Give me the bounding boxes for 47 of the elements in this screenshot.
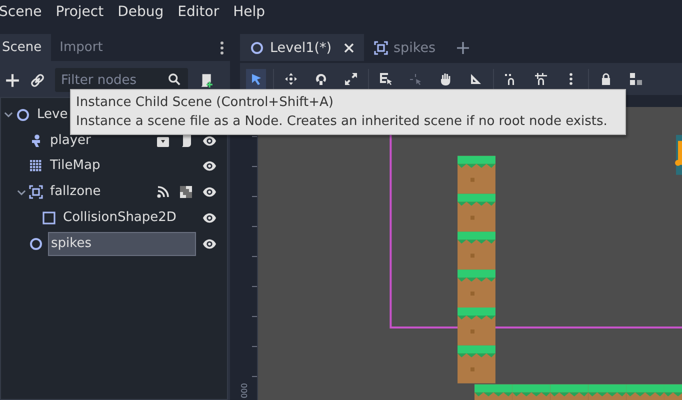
area-icon [29,185,43,200]
menu-item[interactable]: Editor [178,0,234,24]
rotate-tool-icon[interactable] [314,72,328,86]
tooltip-title: Instance Child Scene (Control+Shift+A) [76,94,334,112]
close-icon[interactable] [344,42,354,52]
node-name[interactable]: fallzone [48,181,103,204]
link-icon[interactable] [30,72,45,88]
menu-item[interactable]: Scene [0,0,56,24]
square-icon [42,211,56,226]
scale-tool-icon[interactable] [344,72,358,86]
circle-icon [250,40,264,54]
circle-icon [29,236,43,251]
grid-icon [29,159,43,174]
dock-tab[interactable]: Scene [0,34,51,61]
pan-tool-icon[interactable] [439,72,453,86]
node-name[interactable]: CollisionShape2D [61,207,178,230]
plus-icon[interactable] [5,72,20,88]
editor-tab[interactable]: Level1(*) [240,34,364,61]
group-tool-icon[interactable] [629,72,643,86]
eye-icon[interactable] [202,212,217,224]
eye-icon[interactable] [202,238,217,250]
lock-tool-icon[interactable] [599,72,613,86]
select-tool-icon[interactable] [249,72,263,86]
menu-item[interactable]: Help [233,0,279,24]
circle-icon [16,108,30,122]
ruler-tool-icon[interactable] [469,72,483,86]
more-icon[interactable] [220,41,224,55]
ruler-label: 000 [240,382,249,398]
add-tab-icon[interactable] [456,40,470,54]
group-icon[interactable] [179,185,193,200]
eye-icon[interactable] [202,134,217,147]
list-tool-icon[interactable] [379,72,393,86]
node-name[interactable]: TileMap [48,155,102,178]
menu-item[interactable]: Project [56,0,118,24]
search-icon [168,73,181,86]
node-name[interactable]: Leve [35,104,70,126]
signal-icon[interactable] [156,185,170,200]
player-sprite [675,134,682,175]
gridsnap-tool-icon[interactable] [534,72,548,86]
node-name[interactable]: spikes [48,232,196,256]
figure-icon [29,134,43,148]
area-icon [374,40,388,54]
eye-icon[interactable] [202,186,217,198]
eye-icon[interactable] [202,160,217,172]
move-tool-icon[interactable] [284,72,298,86]
menu-item[interactable]: Debug [118,0,178,24]
tooltip-text: Instance a scene file as a Node. Creates an inherited scene if no root node exists. [76,113,608,131]
